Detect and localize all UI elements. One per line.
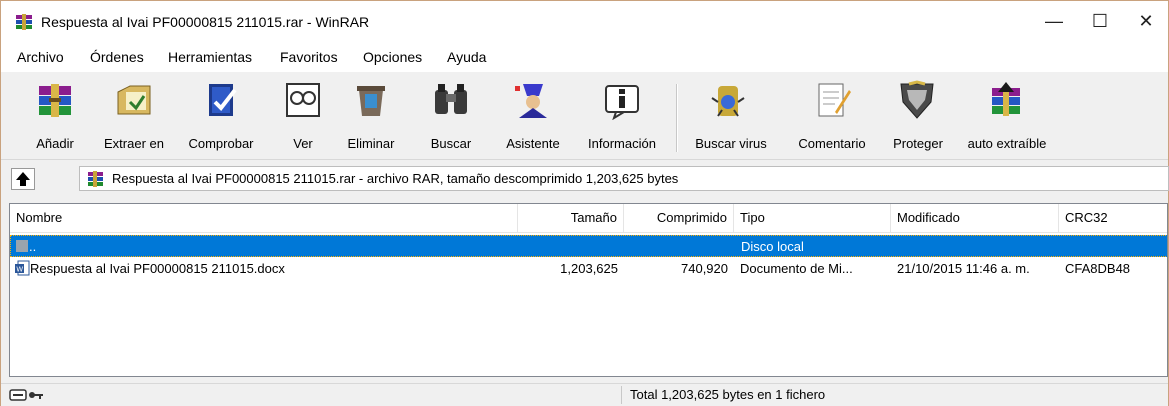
archive-path-text: Respuesta al Ivai PF00000815 211015.rar … <box>112 171 679 186</box>
title-bar[interactable]: Respuesta al Ivai PF00000815 211015.rar … <box>1 1 1168 43</box>
find-button[interactable]: Buscar <box>421 76 481 156</box>
add-button[interactable]: Añadir <box>19 76 91 156</box>
drive-key-icon <box>9 389 43 401</box>
comment-label: Comentario <box>798 136 866 151</box>
protect-button[interactable]: Proteger <box>881 76 955 156</box>
row-packed: 740,920 <box>681 261 728 276</box>
delete-icon <box>357 86 385 116</box>
toolbar-separator <box>676 84 678 152</box>
wizard-icon <box>515 84 547 118</box>
column-crc32[interactable]: CRC32 <box>1059 204 1167 232</box>
menu-herramientas[interactable]: Herramientas <box>168 49 252 65</box>
status-divider <box>621 386 622 404</box>
row-name: W Respuesta al Ivai PF00000815 211015.do… <box>10 258 518 280</box>
sfx-button[interactable]: auto extraíble <box>958 76 1056 156</box>
row-name: .. <box>11 236 519 258</box>
virus-scan-button[interactable]: Buscar virus <box>684 76 778 156</box>
status-total: Total 1,203,625 bytes en 1 fichero <box>630 387 826 402</box>
virus-scan-label: Buscar virus <box>695 136 767 151</box>
info-icon <box>605 85 639 120</box>
winrar-window: Respuesta al Ivai PF00000815 211015.rar … <box>0 0 1169 406</box>
add-archive-icon <box>39 84 71 117</box>
extract-button[interactable]: Extraer en <box>96 76 172 156</box>
extract-icon <box>117 85 151 115</box>
file-list[interactable]: Nombre Tamaño Comprimido Tipo Modificado… <box>9 203 1168 377</box>
close-button[interactable]: ✕ <box>1123 1 1169 43</box>
column-modified[interactable]: Modificado <box>891 204 1059 232</box>
protect-shield-icon <box>900 80 934 119</box>
comment-icon <box>818 83 851 117</box>
word-document-icon: W <box>15 260 30 276</box>
find-binoculars-icon <box>435 84 467 114</box>
winrar-app-icon <box>16 14 32 30</box>
comment-button[interactable]: Comentario <box>785 76 879 156</box>
window-title: Respuesta al Ivai PF00000815 211015.rar … <box>41 14 370 30</box>
wizard-label: Asistente <box>506 136 560 151</box>
test-label: Comprobar <box>188 136 254 151</box>
menu-ordenes[interactable]: Órdenes <box>90 49 144 65</box>
protect-label: Proteger <box>893 136 943 151</box>
find-label: Buscar <box>430 136 472 151</box>
up-arrow-icon <box>16 172 30 186</box>
maximize-button[interactable]: ☐ <box>1077 1 1123 43</box>
row-type: Disco local <box>741 239 804 254</box>
delete-label: Eliminar <box>347 136 395 151</box>
rar-archive-icon <box>88 171 103 187</box>
view-label: Ver <box>293 136 313 151</box>
row-crc32: CFA8DB48 <box>1065 261 1131 276</box>
info-label: Información <box>588 136 656 151</box>
test-icon <box>209 84 237 116</box>
folder-up-icon <box>16 240 28 252</box>
menu-archivo[interactable]: Archivo <box>17 49 64 65</box>
wizard-button[interactable]: Asistente <box>497 76 569 156</box>
table-row[interactable]: W Respuesta al Ivai PF00000815 211015.do… <box>10 258 1167 280</box>
view-icon <box>286 83 320 117</box>
column-name[interactable]: Nombre <box>10 204 518 232</box>
delete-button[interactable]: Eliminar <box>337 76 405 156</box>
menu-favoritos[interactable]: Favoritos <box>280 49 338 65</box>
column-size[interactable]: Tamaño <box>518 204 624 232</box>
sfx-label: auto extraíble <box>967 136 1047 151</box>
column-header: Nombre Tamaño Comprimido Tipo Modificado… <box>10 204 1167 233</box>
toolbar: Añadir Extraer en Comprobar Ver Eliminar… <box>1 71 1168 160</box>
row-size: 1,203,625 <box>560 261 618 276</box>
row-modified: 21/10/2015 11:46 a. m. <box>897 261 1030 276</box>
info-button[interactable]: Información <box>576 76 668 156</box>
menu-ayuda[interactable]: Ayuda <box>447 49 486 65</box>
row-type: Documento de Mi... <box>740 261 853 276</box>
column-packed[interactable]: Comprimido <box>624 204 734 232</box>
table-row-parent-folder[interactable]: .. Disco local <box>10 235 1167 258</box>
sfx-icon <box>992 82 1020 116</box>
virus-scan-icon <box>711 86 745 117</box>
extract-label: Extraer en <box>104 136 164 151</box>
add-label: Añadir <box>36 136 74 151</box>
menu-opciones[interactable]: Opciones <box>363 49 422 65</box>
minimize-button[interactable]: — <box>1031 1 1077 43</box>
up-folder-button[interactable] <box>11 168 35 190</box>
test-button[interactable]: Comprobar <box>179 76 263 156</box>
archive-path-field[interactable]: Respuesta al Ivai PF00000815 211015.rar … <box>79 166 1169 191</box>
menu-bar: Archivo Órdenes Herramientas Favoritos O… <box>1 43 1168 71</box>
svg-text:W: W <box>16 266 23 274</box>
column-type[interactable]: Tipo <box>734 204 891 232</box>
address-bar: Respuesta al Ivai PF00000815 211015.rar … <box>1 159 1169 198</box>
status-bar: Total 1,203,625 bytes en 1 fichero <box>1 383 1168 406</box>
view-button[interactable]: Ver <box>275 76 331 156</box>
